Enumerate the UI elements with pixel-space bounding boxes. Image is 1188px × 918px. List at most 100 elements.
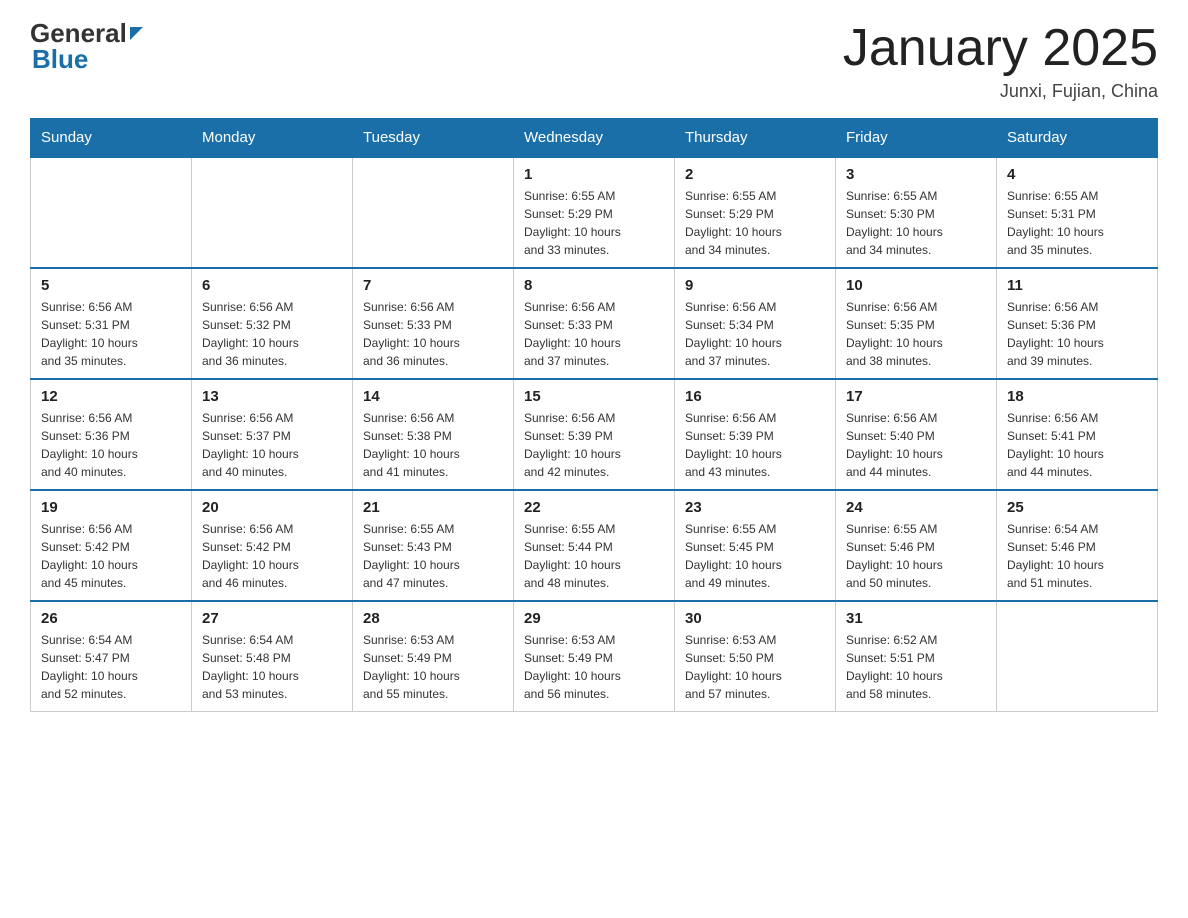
day-info: Sunrise: 6:56 AMSunset: 5:36 PMDaylight:… — [41, 409, 181, 481]
day-number: 2 — [685, 166, 825, 183]
logo-general-text: General — [30, 20, 127, 46]
header-day-thursday: Thursday — [675, 119, 836, 158]
calendar-cell: 19 Sunrise: 6:56 AMSunset: 5:42 PMDayligh… — [31, 490, 192, 601]
calendar-cell: 30 Sunrise: 6:53 AMSunset: 5:50 PMDayligh… — [675, 601, 836, 712]
day-info: Sunrise: 6:56 AMSunset: 5:33 PMDaylight:… — [363, 298, 503, 370]
day-info: Sunrise: 6:56 AMSunset: 5:37 PMDaylight:… — [202, 409, 342, 481]
day-number: 26 — [41, 610, 181, 627]
calendar-header: SundayMondayTuesdayWednesdayThursdayFrid… — [31, 119, 1158, 158]
day-number: 22 — [524, 499, 664, 516]
day-number: 28 — [363, 610, 503, 627]
day-number: 15 — [524, 388, 664, 405]
calendar-body: 1 Sunrise: 6:55 AMSunset: 5:29 PMDaylight… — [31, 157, 1158, 712]
day-info: Sunrise: 6:56 AMSunset: 5:36 PMDaylight:… — [1007, 298, 1147, 370]
calendar-cell: 28 Sunrise: 6:53 AMSunset: 5:49 PMDayligh… — [353, 601, 514, 712]
day-info: Sunrise: 6:55 AMSunset: 5:45 PMDaylight:… — [685, 520, 825, 592]
day-info: Sunrise: 6:54 AMSunset: 5:47 PMDaylight:… — [41, 631, 181, 703]
calendar-cell: 5 Sunrise: 6:56 AMSunset: 5:31 PMDaylight… — [31, 268, 192, 379]
location-text: Junxi, Fujian, China — [843, 81, 1158, 102]
day-number: 20 — [202, 499, 342, 516]
day-info: Sunrise: 6:56 AMSunset: 5:42 PMDaylight:… — [41, 520, 181, 592]
calendar-cell: 25 Sunrise: 6:54 AMSunset: 5:46 PMDayligh… — [997, 490, 1158, 601]
day-number: 23 — [685, 499, 825, 516]
day-info: Sunrise: 6:55 AMSunset: 5:43 PMDaylight:… — [363, 520, 503, 592]
day-number: 4 — [1007, 166, 1147, 183]
day-number: 9 — [685, 277, 825, 294]
calendar-cell: 24Sunrise: 6:55 AMSunset: 5:46 PMDayligh… — [836, 490, 997, 601]
calendar-cell: 7Sunrise: 6:56 AMSunset: 5:33 PMDaylight… — [353, 268, 514, 379]
header-day-wednesday: Wednesday — [514, 119, 675, 158]
week-row-4: 26 Sunrise: 6:54 AMSunset: 5:47 PMDayligh… — [31, 601, 1158, 712]
calendar-cell: 16Sunrise: 6:56 AMSunset: 5:39 PMDayligh… — [675, 379, 836, 490]
day-number: 12 — [41, 388, 181, 405]
calendar-cell: 11Sunrise: 6:56 AMSunset: 5:36 PMDayligh… — [997, 268, 1158, 379]
day-number: 14 — [363, 388, 503, 405]
day-number: 21 — [363, 499, 503, 516]
day-info: Sunrise: 6:56 AMSunset: 5:34 PMDaylight:… — [685, 298, 825, 370]
calendar-cell: 6Sunrise: 6:56 AMSunset: 5:32 PMDaylight… — [192, 268, 353, 379]
day-number: 19 — [41, 499, 181, 516]
calendar-cell: 4 Sunrise: 6:55 AMSunset: 5:31 PMDaylight… — [997, 157, 1158, 268]
header-day-friday: Friday — [836, 119, 997, 158]
day-info: Sunrise: 6:56 AMSunset: 5:40 PMDaylight:… — [846, 409, 986, 481]
calendar-cell: 13Sunrise: 6:56 AMSunset: 5:37 PMDayligh… — [192, 379, 353, 490]
day-number: 24 — [846, 499, 986, 516]
day-info: Sunrise: 6:55 AMSunset: 5:31 PMDaylight:… — [1007, 187, 1147, 259]
header-day-tuesday: Tuesday — [353, 119, 514, 158]
day-info: Sunrise: 6:56 AMSunset: 5:35 PMDaylight:… — [846, 298, 986, 370]
calendar-cell — [997, 601, 1158, 712]
calendar-cell: 9 Sunrise: 6:56 AMSunset: 5:34 PMDaylight… — [675, 268, 836, 379]
header-day-sunday: Sunday — [31, 119, 192, 158]
day-number: 27 — [202, 610, 342, 627]
day-info: Sunrise: 6:55 AMSunset: 5:30 PMDaylight:… — [846, 187, 986, 259]
week-row-2: 12 Sunrise: 6:56 AMSunset: 5:36 PMDayligh… — [31, 379, 1158, 490]
calendar-cell: 15 Sunrise: 6:56 AMSunset: 5:39 PMDayligh… — [514, 379, 675, 490]
calendar-cell: 23 Sunrise: 6:55 AMSunset: 5:45 PMDayligh… — [675, 490, 836, 601]
calendar-cell: 12 Sunrise: 6:56 AMSunset: 5:36 PMDayligh… — [31, 379, 192, 490]
day-number: 29 — [524, 610, 664, 627]
day-info: Sunrise: 6:55 AMSunset: 5:29 PMDaylight:… — [524, 187, 664, 259]
calendar-cell: 1 Sunrise: 6:55 AMSunset: 5:29 PMDaylight… — [514, 157, 675, 268]
day-info: Sunrise: 6:53 AMSunset: 5:49 PMDaylight:… — [363, 631, 503, 703]
month-title: January 2025 — [843, 20, 1158, 77]
day-number: 18 — [1007, 388, 1147, 405]
calendar-cell: 8Sunrise: 6:56 AMSunset: 5:33 PMDaylight… — [514, 268, 675, 379]
calendar-cell: 2 Sunrise: 6:55 AMSunset: 5:29 PMDaylight… — [675, 157, 836, 268]
day-info: Sunrise: 6:56 AMSunset: 5:42 PMDaylight:… — [202, 520, 342, 592]
page-header: General Blue January 2025 Junxi, Fujian,… — [30, 20, 1158, 102]
day-number: 8 — [524, 277, 664, 294]
day-info: Sunrise: 6:54 AMSunset: 5:46 PMDaylight:… — [1007, 520, 1147, 592]
day-number: 10 — [846, 277, 986, 294]
calendar-cell: 14 Sunrise: 6:56 AMSunset: 5:38 PMDayligh… — [353, 379, 514, 490]
day-info: Sunrise: 6:53 AMSunset: 5:49 PMDaylight:… — [524, 631, 664, 703]
day-info: Sunrise: 6:55 AMSunset: 5:29 PMDaylight:… — [685, 187, 825, 259]
calendar-cell: 26 Sunrise: 6:54 AMSunset: 5:47 PMDayligh… — [31, 601, 192, 712]
calendar-cell — [192, 157, 353, 268]
calendar-cell: 10 Sunrise: 6:56 AMSunset: 5:35 PMDayligh… — [836, 268, 997, 379]
day-info: Sunrise: 6:56 AMSunset: 5:38 PMDaylight:… — [363, 409, 503, 481]
calendar-cell: 22Sunrise: 6:55 AMSunset: 5:44 PMDayligh… — [514, 490, 675, 601]
day-number: 1 — [524, 166, 664, 183]
week-row-0: 1 Sunrise: 6:55 AMSunset: 5:29 PMDaylight… — [31, 157, 1158, 268]
logo-icon: General Blue — [30, 20, 143, 72]
day-number: 6 — [202, 277, 342, 294]
day-number: 5 — [41, 277, 181, 294]
logo: General Blue — [30, 20, 143, 72]
day-info: Sunrise: 6:53 AMSunset: 5:50 PMDaylight:… — [685, 631, 825, 703]
week-row-3: 19 Sunrise: 6:56 AMSunset: 5:42 PMDayligh… — [31, 490, 1158, 601]
calendar-cell: 29 Sunrise: 6:53 AMSunset: 5:49 PMDayligh… — [514, 601, 675, 712]
week-row-1: 5 Sunrise: 6:56 AMSunset: 5:31 PMDaylight… — [31, 268, 1158, 379]
day-info: Sunrise: 6:56 AMSunset: 5:31 PMDaylight:… — [41, 298, 181, 370]
calendar-cell: 21 Sunrise: 6:55 AMSunset: 5:43 PMDayligh… — [353, 490, 514, 601]
calendar-cell: 3Sunrise: 6:55 AMSunset: 5:30 PMDaylight… — [836, 157, 997, 268]
day-info: Sunrise: 6:52 AMSunset: 5:51 PMDaylight:… — [846, 631, 986, 703]
day-number: 31 — [846, 610, 986, 627]
day-number: 17 — [846, 388, 986, 405]
day-number: 16 — [685, 388, 825, 405]
day-number: 30 — [685, 610, 825, 627]
header-row: SundayMondayTuesdayWednesdayThursdayFrid… — [31, 119, 1158, 158]
day-info: Sunrise: 6:56 AMSunset: 5:39 PMDaylight:… — [524, 409, 664, 481]
day-number: 25 — [1007, 499, 1147, 516]
calendar-table: SundayMondayTuesdayWednesdayThursdayFrid… — [30, 118, 1158, 712]
title-section: January 2025 Junxi, Fujian, China — [843, 20, 1158, 102]
